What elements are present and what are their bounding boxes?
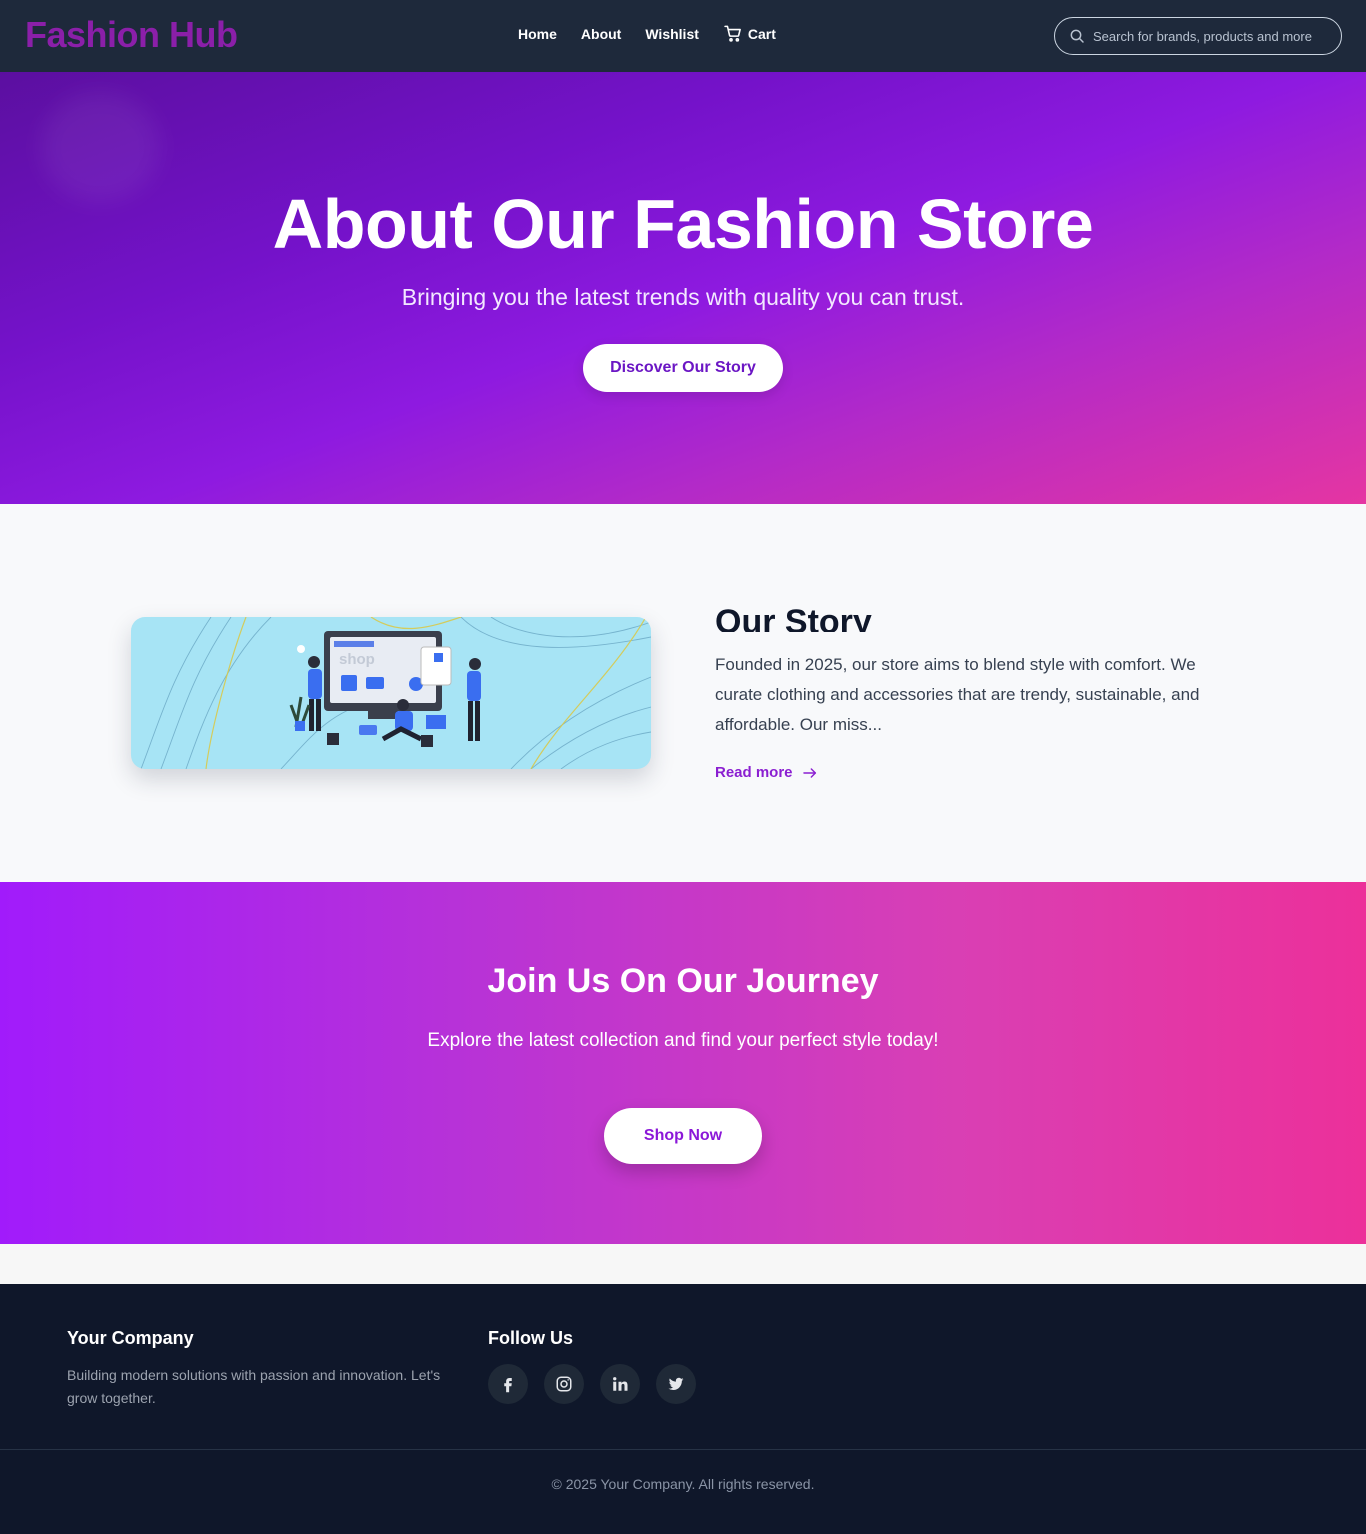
footer-description: Building modern solutions with passion a… (67, 1367, 441, 1406)
search-input[interactable] (1093, 28, 1333, 44)
nav-cart-link[interactable]: Cart (723, 24, 776, 43)
read-more-link[interactable]: Read more (715, 764, 819, 781)
hero-subtitle: Bringing you the latest trends with qual… (401, 284, 965, 310)
hero-title: About Our Fashion Store (272, 185, 1094, 263)
social-links (488, 1364, 712, 1404)
linkedin-icon (613, 1377, 628, 1391)
footer-copyright: © 2025 Your Company. All rights reserved… (551, 1476, 815, 1492)
nav-wishlist-link[interactable]: Wishlist (645, 26, 699, 42)
footer-follow-title: Follow Us (488, 1328, 573, 1348)
linkedin-link[interactable] (600, 1364, 640, 1404)
discover-story-button[interactable]: Discover Our Story (583, 344, 783, 392)
shop-now-button[interactable]: Shop Now (604, 1108, 762, 1164)
instagram-link[interactable] (544, 1364, 584, 1404)
section-spacer (0, 1244, 1366, 1284)
main-nav: Home About Wishlist Cart (518, 24, 800, 43)
search-icon (1070, 29, 1084, 43)
shop-illustration-graphic: shop (140, 617, 651, 769)
site-footer: Your Company Building modern solutions w… (0, 1284, 1366, 1534)
story-text: Founded in 2025, our store aims to blend… (715, 655, 1200, 734)
join-title: Join Us On Our Journey (487, 962, 879, 1000)
story-section: shop Our Story Founded in 2025, our stor… (0, 504, 1366, 882)
nav-cart-label: Cart (747, 25, 776, 42)
join-subtitle: Explore the latest collection and find y… (427, 1030, 939, 1051)
nav-home-link[interactable]: Home (518, 26, 557, 42)
arrow-right-icon (802, 767, 816, 778)
search-box (1054, 17, 1342, 55)
twitter-link[interactable] (656, 1364, 696, 1404)
twitter-icon (668, 1377, 684, 1390)
cart-icon (724, 25, 741, 42)
read-more-label: Read more (715, 764, 793, 781)
footer-company-title: Your Company (67, 1328, 194, 1348)
footer-divider (0, 1449, 1366, 1450)
story-illustration: shop (131, 617, 651, 769)
nav-about-link[interactable]: About (581, 26, 621, 42)
facebook-link[interactable] (488, 1364, 528, 1404)
hero-section: About Our Fashion Store Bringing you the… (0, 72, 1366, 504)
story-title: Our Story (715, 603, 872, 632)
instagram-icon (556, 1376, 572, 1392)
shop-sign-label: shop (339, 651, 375, 668)
facebook-icon (504, 1378, 512, 1393)
join-section: Join Us On Our Journey Explore the lates… (0, 882, 1366, 1244)
top-navbar: Fashion Hub Home About Wishlist Cart (0, 0, 1366, 72)
site-logo[interactable]: Fashion Hub (25, 14, 238, 56)
